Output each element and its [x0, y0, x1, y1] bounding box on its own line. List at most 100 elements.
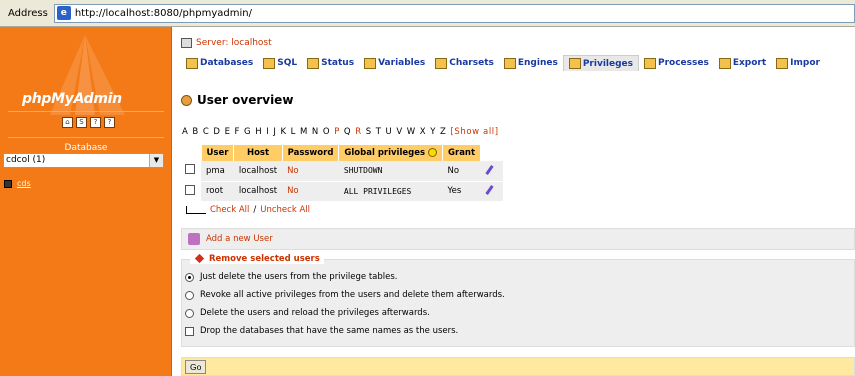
remove-users-fieldset: Remove selected users Just delete the us… [181, 253, 855, 347]
mysql-docs-icon[interactable]: ? [104, 117, 115, 128]
drop-databases-option[interactable]: Drop the databases that have the same na… [185, 326, 458, 336]
alphabet-letter-p[interactable]: P [334, 127, 340, 137]
url-text: http://localhost:8080/phpmyadmin/ [74, 7, 252, 19]
server-breadcrumb[interactable]: Server: localhost [181, 38, 272, 48]
cell-privileges: ALL PRIVILEGES [338, 181, 443, 202]
action-column-header [480, 145, 504, 161]
row-checkbox[interactable] [185, 164, 195, 175]
cell-password: No [282, 181, 339, 202]
column-header-password: Password [282, 145, 340, 161]
remove-option-label: Revoke all active privileges from the us… [200, 290, 505, 300]
divider [8, 111, 164, 112]
alphabet-letter-y: Y [430, 127, 437, 137]
row-checkbox[interactable] [185, 184, 195, 195]
column-header-global-privileges: Global privileges [338, 145, 444, 161]
processes-icon [644, 57, 656, 69]
tab-status[interactable]: Status [302, 55, 359, 71]
column-header-user: User [201, 145, 235, 161]
alphabet-letter-b: B [192, 127, 199, 137]
main-frame: Server: localhost Databases SQL Status V… [173, 27, 855, 376]
cell-host: localhost [233, 161, 283, 182]
alphabet-letter-r[interactable]: R [355, 127, 362, 137]
delete-icon [194, 253, 205, 264]
drop-databases-label: Drop the databases that have the same na… [200, 326, 459, 336]
address-bar: Address e http://localhost:8080/phpmyadm… [0, 0, 855, 27]
tab-databases[interactable]: Databases [181, 55, 258, 71]
edit-privileges-icon[interactable] [486, 164, 498, 175]
drop-databases-checkbox[interactable] [185, 326, 194, 336]
table-row: pma localhost No SHUTDOWN No [182, 161, 503, 182]
check-separator: / [253, 205, 257, 215]
cell-action [480, 161, 503, 182]
tab-import[interactable]: Impor [771, 55, 825, 71]
check-all-link[interactable]: Check All [210, 205, 249, 215]
db-table-link[interactable]: cds [4, 179, 31, 188]
remove-option-radio[interactable] [185, 272, 194, 282]
variables-icon [364, 57, 377, 69]
select-column-header [182, 145, 202, 161]
cell-grant: Yes [442, 181, 481, 202]
remove-option[interactable]: Revoke all active privileges from the us… [185, 290, 505, 300]
tab-processes[interactable]: Processes [639, 55, 714, 71]
tab-sql[interactable]: SQL [258, 55, 302, 71]
hint-icon[interactable] [428, 148, 438, 157]
alphabet-letter-t: T [375, 127, 382, 137]
cell-host: localhost [233, 181, 283, 202]
home-icon[interactable]: ⌂ [62, 117, 73, 128]
status-icon [307, 57, 320, 69]
table-row: root localhost No ALL PRIVILEGES Yes [182, 181, 503, 202]
tab-export[interactable]: Export [714, 55, 771, 71]
cell-privileges: SHUTDOWN [338, 161, 443, 182]
remove-option-radio[interactable] [185, 308, 194, 318]
docs-icon[interactable]: ? [90, 117, 101, 128]
row-checkbox-cell [182, 181, 201, 202]
add-user-row[interactable]: Add a new User [181, 228, 855, 250]
database-select[interactable]: cdcol (1) ▼ [3, 153, 164, 168]
table-header-row: User Host Password Global privileges Gra… [182, 145, 504, 161]
chevron-down-icon[interactable]: ▼ [149, 154, 163, 167]
tab-charsets[interactable]: Charsets [430, 55, 499, 71]
edit-privileges-icon[interactable] [486, 184, 498, 195]
left-icon-bar: ⌂ S ? ? [62, 117, 115, 128]
users-table: User Host Password Global privileges Gra… [182, 145, 504, 202]
alphabet-letter-a: A [182, 127, 189, 137]
remove-option-radio[interactable] [185, 290, 194, 300]
remove-option[interactable]: Just delete the users from the privilege… [185, 272, 398, 282]
row-checkbox-cell [182, 161, 201, 182]
go-button[interactable]: Go [185, 360, 207, 374]
uncheck-all-link[interactable]: Uncheck All [260, 205, 310, 215]
page-title: User overview [181, 93, 293, 107]
add-user-link[interactable]: Add a new User [206, 234, 273, 244]
sql-icon [263, 57, 276, 69]
page-icon: e [56, 6, 71, 20]
alphabet-letter-i: I [266, 127, 270, 137]
tab-variables[interactable]: Variables [359, 55, 430, 71]
url-input[interactable]: e http://localhost:8080/phpmyadmin/ [53, 3, 855, 23]
tab-privileges[interactable]: Privileges [562, 55, 639, 71]
alphabet-letter-s: S [365, 127, 372, 137]
alphabet-filter: A B C D E F G H I J K L M N O P Q R S T U V W X Y Z [Show all] [182, 127, 499, 137]
address-label: Address [8, 7, 48, 19]
privileges-icon [568, 58, 581, 69]
cell-password: No [282, 161, 339, 182]
cell-user: pma [201, 161, 234, 182]
import-icon [776, 57, 789, 69]
phpmyadmin-logo[interactable]: phpMyAdmin [22, 91, 122, 107]
alphabet-letter-n: N [311, 127, 319, 137]
alphabet-letter-g: G [244, 127, 252, 137]
user-icon [181, 94, 192, 106]
alphabet-letter-h: H [255, 127, 263, 137]
alphabet-letter-j: J [273, 127, 277, 137]
add-user-icon [188, 233, 200, 245]
corner-arrow-icon [182, 206, 206, 214]
engines-icon [503, 57, 516, 69]
alphabet-letter-v: V [396, 127, 403, 137]
database-label: Database [64, 143, 108, 153]
column-header-host: Host [233, 145, 283, 161]
sql-query-icon[interactable]: S [76, 117, 87, 128]
remove-option[interactable]: Delete the users and reload the privileg… [185, 308, 430, 318]
alphabet-letter-c: C [202, 127, 210, 137]
tab-engines[interactable]: Engines [499, 55, 563, 71]
show-all-link[interactable]: [Show all] [450, 127, 498, 137]
db-table-link-text[interactable]: cds [17, 179, 31, 188]
